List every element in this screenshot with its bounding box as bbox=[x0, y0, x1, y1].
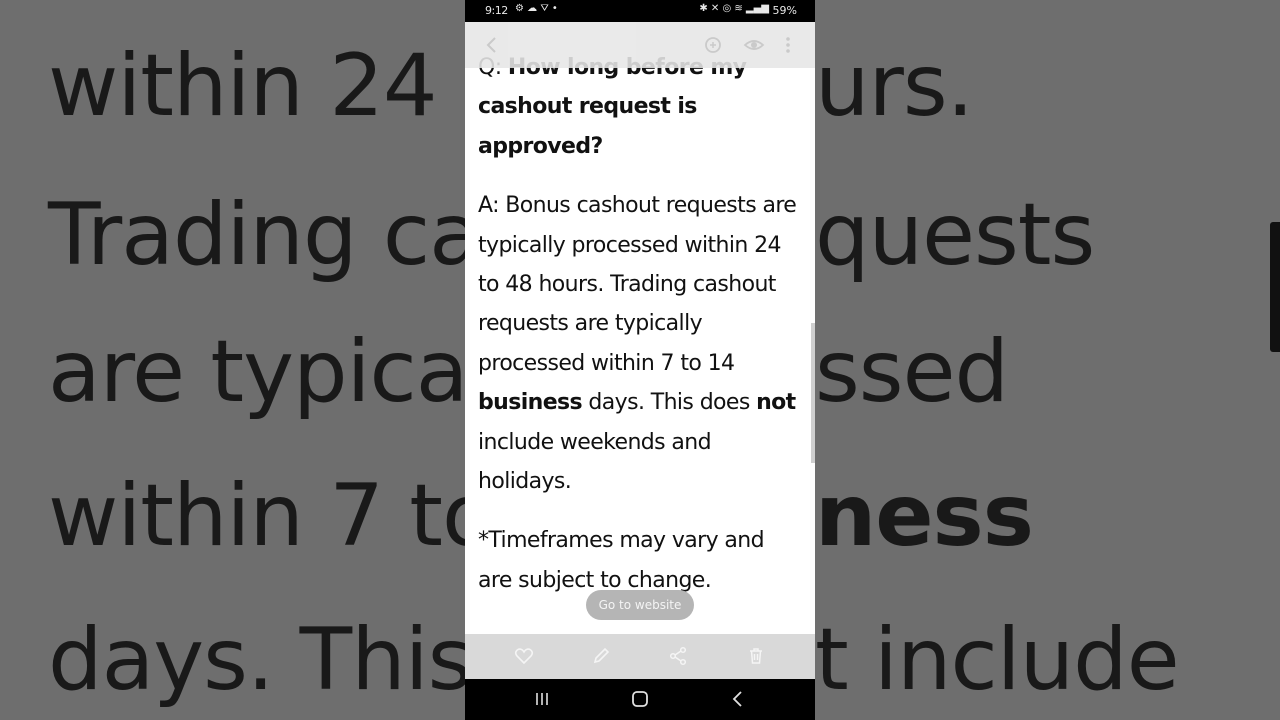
eye-icon[interactable] bbox=[743, 34, 765, 56]
heart-icon[interactable] bbox=[513, 645, 535, 667]
back-icon[interactable] bbox=[481, 34, 503, 56]
recents-icon[interactable] bbox=[531, 688, 553, 710]
home-icon[interactable] bbox=[629, 688, 651, 710]
system-navigation-bar bbox=[465, 679, 815, 720]
answer-text: days. This does bbox=[582, 390, 757, 416]
pencil-icon[interactable] bbox=[590, 645, 612, 667]
scrollbar[interactable] bbox=[811, 323, 815, 463]
article-content: Q: How long before my cashout request is… bbox=[478, 48, 798, 620]
answer-text: A: Bonus cashout requests are typically … bbox=[478, 193, 797, 376]
answer-text: include weekends and holidays. bbox=[478, 429, 712, 495]
phone-screen: 9:12 ⚙ ☁ ⛛ • ✱ ✕ ◎ ≋ ▂▄▆ 59% Q: How long… bbox=[465, 0, 815, 720]
go-to-website-button[interactable]: Go to website bbox=[586, 590, 694, 620]
question-text: How long before my cashout request is ap… bbox=[478, 55, 747, 159]
status-system-icons: ✱ ✕ ◎ ≋ ▂▄▆ bbox=[699, 3, 769, 14]
answer-paragraph: A: Bonus cashout requests are typically … bbox=[478, 186, 798, 501]
back-nav-icon[interactable] bbox=[727, 688, 749, 710]
viewer-top-bar bbox=[465, 22, 815, 68]
more-icon[interactable] bbox=[777, 34, 799, 56]
answer-bold-not: not bbox=[756, 390, 796, 416]
viewer-bottom-bar bbox=[465, 634, 815, 679]
share-icon[interactable] bbox=[667, 645, 689, 667]
background-edge-bar bbox=[1270, 222, 1280, 352]
scan-icon[interactable] bbox=[702, 34, 724, 56]
answer-bold-business: business bbox=[478, 390, 583, 416]
note-paragraph: *Timeframes may vary and are subject to … bbox=[478, 528, 765, 593]
status-time: 9:12 bbox=[485, 4, 508, 17]
battery-level: 59% bbox=[772, 4, 797, 17]
status-bar: 9:12 ⚙ ☁ ⛛ • ✱ ✕ ◎ ≋ ▂▄▆ 59% bbox=[465, 0, 815, 22]
trash-icon[interactable] bbox=[745, 645, 767, 667]
status-notification-icons: ⚙ ☁ ⛛ • bbox=[515, 3, 558, 14]
